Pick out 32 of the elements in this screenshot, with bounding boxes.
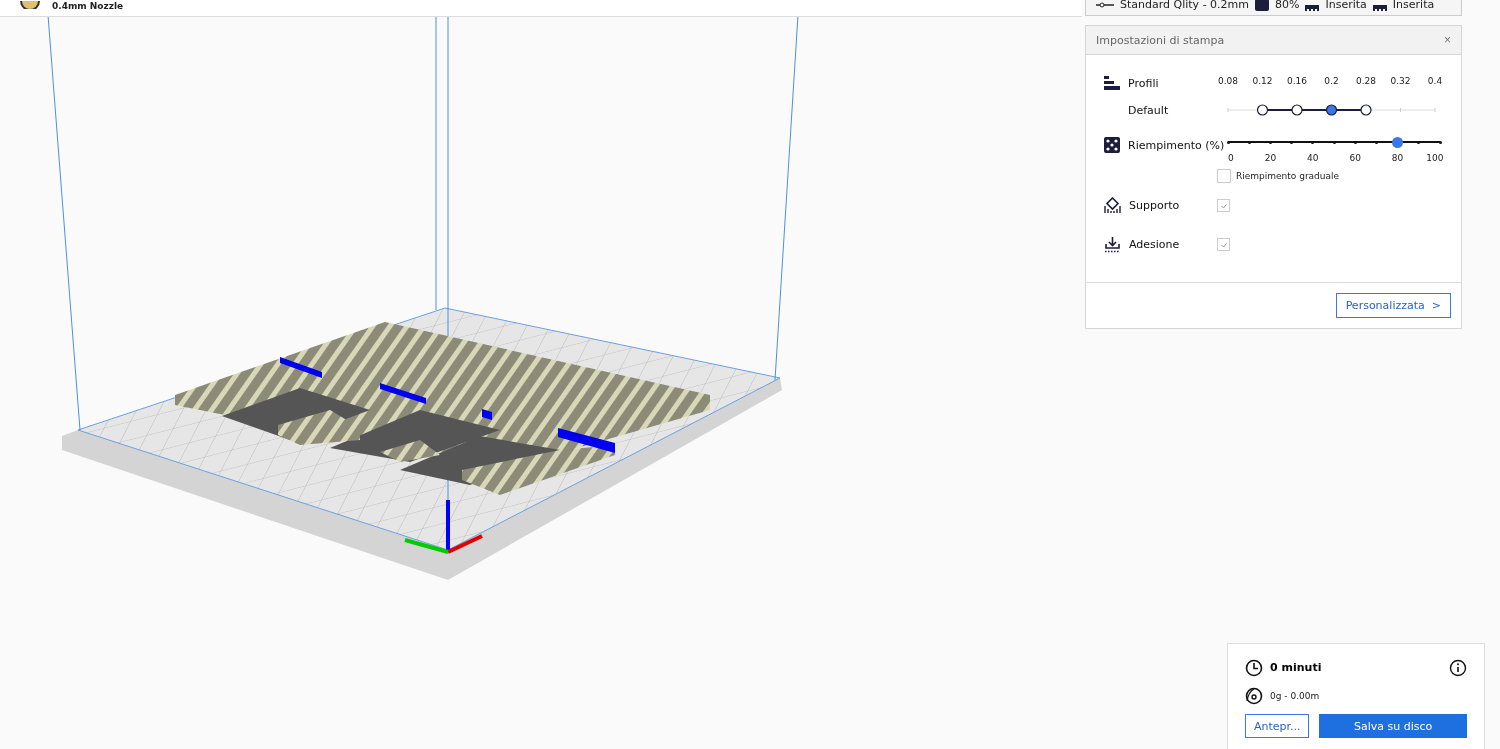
layer-height-label: 0.32	[1390, 76, 1411, 86]
support-summary: Inserita	[1325, 0, 1367, 11]
infill-tick-label: 40	[1307, 153, 1319, 163]
infill-tick-label: 20	[1264, 153, 1277, 163]
infill-tick-label: 100	[1426, 153, 1444, 163]
support-label: Supporto	[1129, 199, 1180, 212]
layer-height-label: 0.4	[1427, 76, 1443, 86]
profile-name: Default	[1128, 103, 1170, 117]
infill-label: Riempimento (%)	[1128, 138, 1225, 152]
settings-summary-bar[interactable]: Standard Qlity - 0.2mm 80% Inserita Inserita	[1085, 0, 1462, 16]
infill-tick-label: 60	[1349, 153, 1361, 163]
profile-summary: Standard Qlity - 0.2mm	[1120, 0, 1250, 11]
custom-button[interactable]: Personalizzata >	[1335, 293, 1451, 318]
nozzle-label: 0.4mm Nozzle	[52, 1, 124, 11]
material-usage: 0g - 0.00m	[1270, 690, 1320, 701]
layer-height-label: 0.12	[1252, 76, 1273, 86]
layer-height-label: 0.2	[1324, 76, 1339, 86]
preview-button[interactable]: Antepr...	[1245, 714, 1310, 738]
close-button[interactable]: ×	[1444, 33, 1451, 47]
save-button[interactable]: Salva su disco	[1319, 714, 1467, 738]
adhesion-label: Adesione	[1129, 238, 1180, 251]
gradual-infill-label: Riempimento graduale	[1236, 171, 1340, 181]
profiles-label: Profili	[1128, 76, 1159, 90]
panel-title: Impostazioni di stampa	[1096, 33, 1225, 47]
layer-height-label: 0.08	[1218, 76, 1238, 86]
layer-height-label: 0.28	[1356, 76, 1376, 86]
adhesion-summary: Inserita	[1392, 0, 1435, 11]
infill-summary: 80%	[1275, 0, 1300, 11]
infill-tick-label: 0	[1228, 153, 1234, 163]
print-time: 0 minuti	[1270, 661, 1322, 674]
layer-height-label: 0.16	[1287, 76, 1307, 86]
infill-tick-label: 80	[1391, 153, 1404, 163]
